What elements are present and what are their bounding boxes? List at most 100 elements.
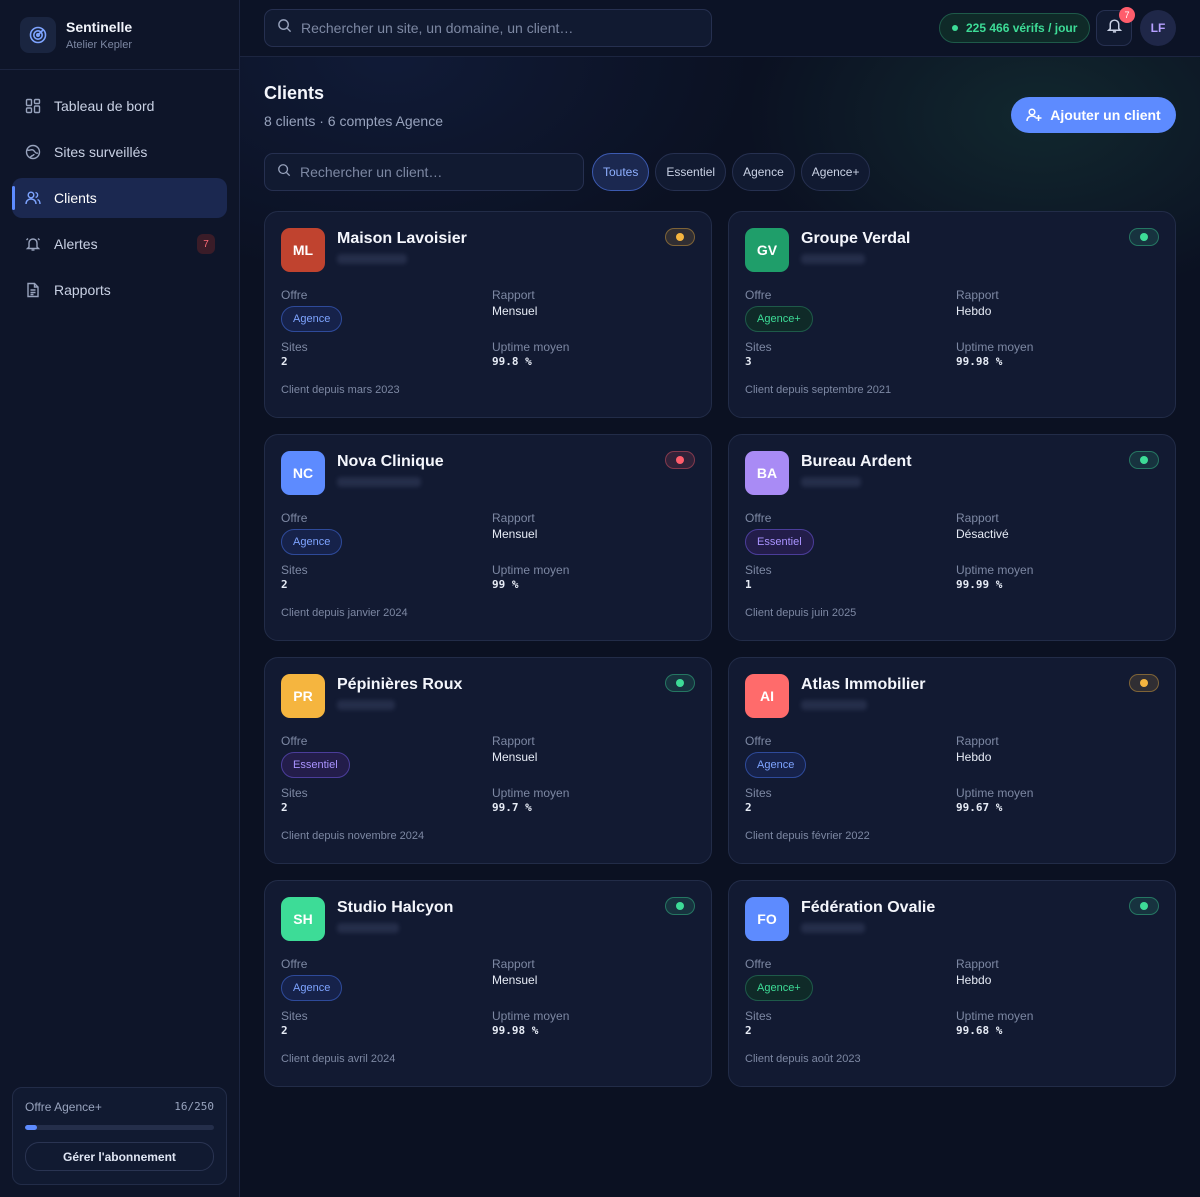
offer-badge: Agence — [745, 752, 807, 778]
sites-label: Sites — [745, 563, 772, 577]
sidebar-item-clients[interactable]: Clients — [12, 178, 227, 218]
page-title: Clients — [264, 83, 325, 103]
global-search-input[interactable] — [301, 20, 711, 36]
client-avatar: BA — [745, 451, 789, 495]
global-search[interactable] — [264, 9, 712, 47]
notifications-count-badge: 7 — [1119, 7, 1135, 23]
uptime-label: Uptime moyen — [956, 786, 1034, 800]
client-contact-redacted — [801, 477, 861, 487]
notifications-button[interactable]: 7 — [1096, 7, 1135, 46]
plan-usage-fill — [25, 1125, 38, 1130]
client-card[interactable]: BA Bureau Ardent Offre Essentiel Rapport… — [728, 434, 1176, 641]
brand-name: Sentinelle — [66, 18, 133, 35]
report-label: Rapport — [956, 511, 999, 525]
sidebar-item-reports[interactable]: Rapports — [12, 270, 227, 310]
page-subtitle: 8 clients · 6 comptes Agence — [264, 113, 443, 129]
sites-count: 2 — [745, 1024, 752, 1037]
sites-label: Sites — [281, 1009, 308, 1023]
status-dot-icon — [676, 233, 684, 241]
sidebar-item-label: Sites surveillés — [54, 144, 148, 160]
offer-badge: Agence+ — [745, 975, 813, 1001]
sidebar-item-dashboard[interactable]: Tableau de bord — [12, 86, 227, 126]
document-icon — [24, 281, 42, 299]
filter-all[interactable]: Toutes — [592, 153, 650, 191]
sidebar-item-alerts[interactable]: Alertes 7 — [12, 224, 227, 264]
user-avatar[interactable]: LF — [1140, 10, 1176, 46]
offer-label: Offre — [281, 511, 308, 525]
client-contact-redacted — [337, 923, 399, 933]
uptime-label: Uptime moyen — [956, 1009, 1034, 1023]
offer-label: Offre — [745, 957, 772, 971]
sites-label: Sites — [281, 563, 308, 577]
sites-label: Sites — [745, 1009, 772, 1023]
sites-label: Sites — [745, 340, 772, 354]
plan-card: Offre Agence+ 16/250 Gérer l'abonnement — [12, 1087, 227, 1185]
filter-essentiel[interactable]: Essentiel — [655, 153, 727, 191]
report-label: Rapport — [956, 288, 999, 302]
client-contact-redacted — [801, 923, 865, 933]
report-label: Rapport — [956, 734, 999, 748]
client-card[interactable]: FO Fédération Ovalie Offre Agence+ Rappo… — [728, 880, 1176, 1087]
bell-icon — [1106, 17, 1123, 39]
sites-count: 2 — [281, 578, 288, 591]
sites-count: 3 — [745, 355, 752, 368]
filter-agence-plus[interactable]: Agence+ — [800, 153, 871, 191]
client-status-indicator — [665, 897, 695, 915]
report-frequency: Mensuel — [492, 304, 538, 318]
client-status-indicator — [665, 451, 695, 469]
offer-badge: Essentiel — [745, 529, 814, 555]
manage-subscription-button[interactable]: Gérer l'abonnement — [25, 1142, 214, 1171]
plan-name: Offre Agence+ — [25, 1100, 102, 1114]
uptime-value: 99.68 % — [956, 1024, 1003, 1037]
client-card[interactable]: NC Nova Clinique Offre Agence Rapport Me… — [264, 434, 712, 641]
status-dot-icon — [676, 456, 684, 464]
sites-count: 2 — [745, 801, 752, 814]
brand: Sentinelle Atelier Kepler — [0, 0, 239, 70]
client-card[interactable]: ML Maison Lavoisier Offre Agence Rapport… — [264, 211, 712, 418]
client-contact-redacted — [337, 254, 407, 264]
status-dot-icon — [1140, 233, 1148, 241]
client-card[interactable]: SH Studio Halcyon Offre Agence Rapport M… — [264, 880, 712, 1087]
report-label: Rapport — [492, 734, 535, 748]
sites-count: 2 — [281, 1024, 288, 1037]
uptime-label: Uptime moyen — [492, 1009, 570, 1023]
offer-badge: Agence — [281, 529, 343, 555]
client-avatar: FO — [745, 897, 789, 941]
sidebar-item-label: Clients — [54, 190, 97, 206]
users-icon — [24, 189, 42, 207]
search-icon — [277, 18, 292, 38]
client-card[interactable]: GV Groupe Verdal Offre Agence+ Rapport H… — [728, 211, 1176, 418]
client-card[interactable]: AI Atlas Immobilier Offre Agence Rapport… — [728, 657, 1176, 864]
uptime-value: 99 % — [492, 578, 519, 591]
workspace-name: Atelier Kepler — [66, 38, 133, 51]
uptime-value: 99.99 % — [956, 578, 1003, 591]
main-content: Clients 8 clients · 6 comptes Agence Ajo… — [240, 57, 1200, 1197]
client-since: Client depuis avril 2024 — [281, 1053, 396, 1065]
client-status-indicator — [1129, 674, 1159, 692]
add-client-button[interactable]: Ajouter un client — [1011, 97, 1176, 133]
radar-logo-icon — [20, 16, 56, 53]
bell-icon — [24, 235, 42, 253]
client-grid: ML Maison Lavoisier Offre Agence Rapport… — [264, 211, 1176, 1087]
client-card[interactable]: PR Pépinières Roux Offre Essentiel Rappo… — [264, 657, 712, 864]
client-search[interactable] — [264, 153, 584, 191]
sidebar-item-label: Alertes — [54, 236, 98, 252]
plan-usage: 16/250 — [174, 1100, 214, 1113]
uptime-value: 99.98 % — [492, 1024, 539, 1037]
uptime-label: Uptime moyen — [956, 563, 1034, 577]
client-since: Client depuis mars 2023 — [281, 384, 400, 396]
client-avatar: ML — [281, 228, 325, 272]
client-search-input[interactable] — [300, 164, 583, 180]
client-since: Client depuis septembre 2021 — [745, 384, 892, 396]
report-frequency: Mensuel — [492, 973, 538, 987]
uptime-label: Uptime moyen — [492, 786, 570, 800]
add-user-icon — [1026, 108, 1042, 122]
client-name: Bureau Ardent — [801, 453, 912, 470]
checks-per-day-badge: 225 466 vérifs / jour — [939, 13, 1091, 43]
sidebar-item-sites[interactable]: Sites surveillés — [12, 132, 227, 172]
sites-count: 2 — [281, 355, 288, 368]
filter-agence[interactable]: Agence — [732, 153, 795, 191]
report-label: Rapport — [956, 957, 999, 971]
client-status-indicator — [665, 228, 695, 246]
client-name: Nova Clinique — [337, 453, 444, 470]
